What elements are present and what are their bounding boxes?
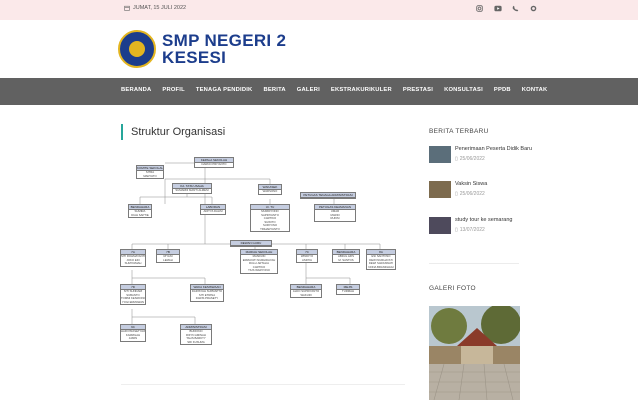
org-box-name: M. SANTOS	[338, 258, 354, 262]
org-box-name: WARSONO	[262, 190, 278, 193]
org-box-g11: 9CHARI PRASETYAWATIKARMILAHJAMIN	[120, 324, 146, 342]
news-item[interactable]: Vaksin Siswa ▯ 25/06/2022	[429, 181, 549, 205]
main-nav: BERANDA PROFIL TENAGA PENDIDIK BERITA GALERI…	[0, 78, 638, 105]
content-divider	[121, 384, 405, 385]
org-box-name: TURMAH	[342, 290, 354, 293]
news-item[interactable]: study tour ke semarang ▯ 13/07/2022	[429, 217, 549, 241]
news-thumbnail[interactable]	[429, 217, 451, 234]
org-box-wakasek: WAKASEK WARSONO	[258, 184, 282, 195]
org-box-title: PETUGAS TENAGA ADMINISTRASI	[301, 193, 355, 198]
date-text: JUMAT, 15 JULI 2022	[133, 5, 187, 11]
calendar-icon: ▯	[455, 156, 458, 162]
org-box-name: DARNO PRIYANTO	[201, 163, 227, 166]
org-box-bendahara: BENDAHARA SUMIRA DIAH SAPTIE	[128, 204, 152, 218]
org-box-urusan: Ur. TU MURDIYONO SAPRIYANTO CARTIKO SUWITO SU…	[250, 204, 290, 232]
gallery-photo-art	[429, 306, 520, 400]
org-box-name: YOGI ERMAWAN	[121, 300, 145, 304]
org-box-name: TRIHARYANTO	[260, 227, 280, 231]
org-box-name: ADITYA DALIM	[203, 210, 223, 213]
org-box-name: SUMARDI MANTI ALMESI	[175, 189, 209, 192]
org-box-ka-tu: KA. TATA USAHA SUMARDI MANTI ALMESI	[172, 183, 212, 194]
site-title: SMP NEGERI 2 KESESI	[162, 32, 286, 66]
org-box-name: SRI KUSUMA	[187, 340, 205, 344]
org-box-guru: DEWAN GURU	[230, 240, 272, 247]
org-box-name: NONA BRANDHAGI	[368, 265, 394, 269]
org-box-name: DIAH SAPTIE	[131, 213, 149, 217]
page-title: Struktur Organisasi	[121, 124, 225, 140]
nav-item-kontak[interactable]: KONTAK	[522, 87, 548, 93]
org-box-g1: 7A SITI ROHMAYANTI JOKO EDI SUMIYAMAH	[120, 249, 146, 267]
org-box-name: DARIS PRASETY	[195, 297, 219, 300]
org-box-name: TIUS WARYONO	[248, 269, 270, 272]
news-item[interactable]: Penerimaan Peserta Didik Baru ▯ 25/06/202…	[429, 146, 549, 170]
org-box-g5: BENDAHARA ABDUL AZIS M. SANTOS	[332, 249, 360, 263]
nav-item-tenaga-pendidik[interactable]: TENAGA PENDIDIK	[196, 87, 253, 93]
nav-item-prestasi[interactable]: PRESTASI	[403, 87, 433, 93]
org-box-g6: 8A ESI SANTOSO DEWI NURHAYATI DEWI SARASWAT…	[366, 249, 396, 270]
calendar-icon: ▯	[455, 227, 458, 233]
news-title[interactable]: Vaksin Siswa	[455, 181, 487, 187]
top-bar: JUMAT, 15 JULI 2022	[0, 0, 638, 20]
org-box-name: LEMAH	[163, 258, 173, 262]
news-date: ▯ 25/06/2022	[455, 191, 485, 197]
nav-item-galeri[interactable]: GALERI	[297, 87, 320, 93]
news-date: ▯ 13/07/2022	[455, 227, 485, 233]
nav-item-ppdb[interactable]: PPDB	[494, 87, 511, 93]
org-box-petugas: PETUGAS TENAGA ADMINISTRASI	[300, 192, 356, 199]
org-box-g10: MEJIS TURMAH	[336, 284, 360, 295]
org-box-name: JAMIN	[128, 337, 138, 340]
org-box-g4: 7C WINDIYO ASRIYA	[296, 249, 318, 263]
org-box-g7: 7D SITI SUNDARI SUBANTO TOMMI KESRIONO YOGI …	[120, 284, 146, 305]
nav-item-beranda[interactable]: BERANDA	[121, 87, 151, 93]
org-box-satpam: PETUGAS KEAMANAN UMAR MARDI RUKIM	[314, 204, 356, 222]
news-thumbnail[interactable]	[429, 181, 451, 198]
phone-icon[interactable]	[511, 4, 520, 13]
nav-item-ekstrakurikuler[interactable]: EKSTRAKURIKULER	[331, 87, 392, 93]
sidebar-divider	[429, 263, 519, 264]
site-brand[interactable]: SMP NEGERI 2 KESESI	[118, 20, 286, 78]
gallery-heading: GALERI FOTO	[429, 285, 476, 292]
gallery-photo[interactable]	[429, 306, 520, 400]
social-links	[475, 4, 538, 13]
school-logo	[118, 30, 156, 68]
org-box-name: ASRIYA	[301, 258, 313, 262]
org-box-title: DEWAN GURU	[231, 241, 271, 246]
instagram-icon[interactable]	[475, 4, 484, 13]
org-box-name: MARYATO	[143, 174, 157, 178]
calendar-icon: ▯	[455, 191, 458, 197]
org-box-name: RUKIM	[330, 217, 340, 220]
org-box-g12: ADMINISTRASI BUDIONO RIFYN AMINAH TALIS BAR…	[180, 324, 212, 345]
news-thumbnail[interactable]	[429, 146, 451, 163]
news-date: ▯ 25/06/2022	[455, 156, 485, 162]
org-box-g8: WAKA KESISWAAN DARISYAH SUPRAPTO SITI ETRI…	[190, 284, 224, 302]
news-date-text: 13/07/2022	[459, 227, 485, 233]
site-title-line1: SMP NEGERI 2	[162, 31, 287, 50]
org-chart: KEPALA SEKOLAH DARNO PRIYANTO KOMITE SEKOL…	[110, 152, 410, 362]
youtube-icon[interactable]	[493, 4, 502, 13]
nav-item-konsultasi[interactable]: KONSULTASI	[444, 87, 483, 93]
org-box-g3: MARIAH SEKOLAH MASDUKI ERMAYATI NURHIDAYAH…	[240, 249, 278, 274]
org-box-g9: BENDAHARA ALDO SUPRIYANTO WAKURI	[290, 284, 322, 298]
news-date-text: 25/06/2022	[459, 156, 485, 162]
news-date-text: 25/06/2022	[459, 191, 485, 197]
news-title[interactable]: Penerimaan Peserta Didik Baru	[455, 146, 532, 152]
date-display: JUMAT, 15 JULI 2022	[124, 5, 186, 11]
nav-item-profil[interactable]: PROFIL	[162, 87, 184, 93]
org-box-komite: KOMITE SEKOLAH SITRA MARYATO	[136, 165, 164, 179]
latest-news-heading: BERITA TERBARU	[429, 128, 489, 135]
news-title[interactable]: study tour ke semarang	[455, 217, 512, 223]
nav-list: BERANDA PROFIL TENAGA PENDIDIK BERITA GALERI…	[121, 87, 547, 93]
org-box-g2: 7B RIYANI LEMAH	[156, 249, 180, 263]
calendar-icon	[124, 5, 130, 11]
org-box-name: SUMIYAMAH	[124, 262, 142, 265]
org-box-name: WAKURI	[300, 293, 312, 297]
nav-item-berita[interactable]: BERITA	[263, 87, 285, 93]
org-box-head: KEPALA SEKOLAH DARNO PRIYANTO	[194, 157, 234, 168]
whatsapp-icon[interactable]	[529, 4, 538, 13]
org-box-laboran: LABORAN ADITYA DALIM	[200, 204, 226, 215]
site-title-line2: KESESI	[162, 48, 227, 67]
